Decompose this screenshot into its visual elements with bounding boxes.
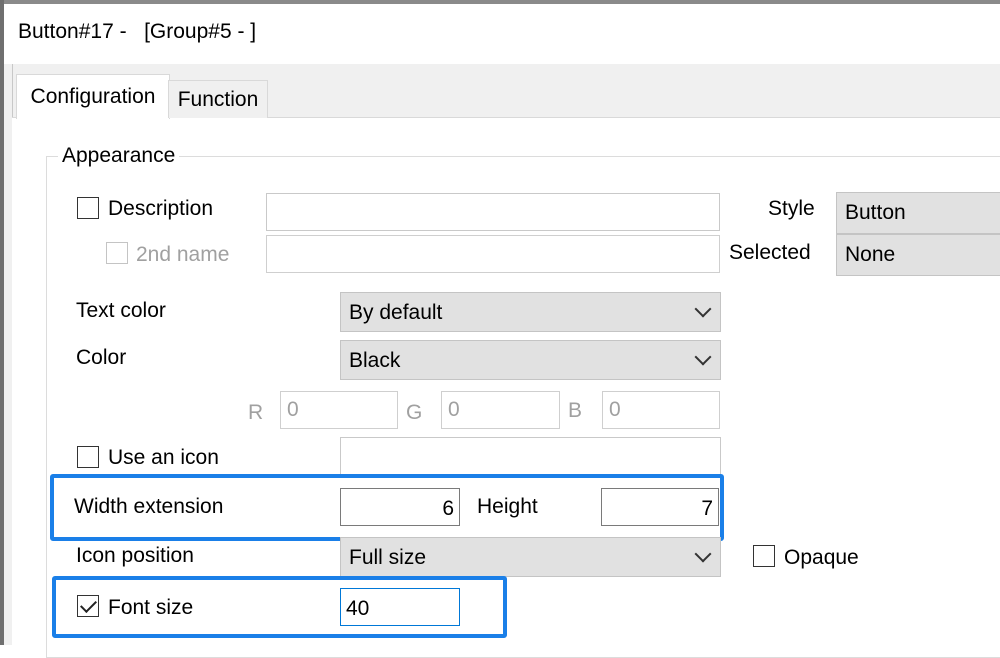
use-icon-checkbox[interactable]	[77, 446, 99, 468]
font-size-input[interactable]: 40	[340, 588, 460, 626]
b-input[interactable]: 0	[602, 391, 720, 429]
color-label: Color	[76, 346, 127, 369]
r-label: R	[248, 401, 264, 424]
width-extension-label: Width extension	[74, 495, 224, 518]
height-input[interactable]: 7	[601, 488, 719, 526]
icon-position-value: Full size	[349, 546, 427, 569]
icon-position-label: Icon position	[76, 544, 194, 567]
r-input[interactable]: 0	[280, 391, 398, 429]
color-dropdown[interactable]: Black	[340, 340, 721, 380]
description-input[interactable]	[266, 193, 720, 231]
text-color-dropdown[interactable]: By default	[340, 292, 721, 332]
g-label: G	[406, 401, 423, 424]
style-label: Style	[768, 197, 815, 220]
opaque-checkbox[interactable]	[753, 545, 775, 567]
second-name-label: 2nd name	[136, 243, 230, 266]
width-extension-input[interactable]: 6	[340, 488, 460, 526]
text-color-value: By default	[349, 301, 443, 324]
style-value: Button	[845, 201, 906, 224]
color-value: Black	[349, 349, 401, 372]
font-size-checkbox[interactable]	[77, 595, 99, 617]
tab-configuration[interactable]: Configuration	[16, 74, 170, 119]
opaque-label: Opaque	[784, 546, 859, 569]
text-color-label: Text color	[76, 299, 166, 322]
second-name-checkbox[interactable]	[106, 242, 128, 264]
selected-label: Selected	[729, 241, 811, 264]
font-size-label: Font size	[108, 596, 194, 619]
appearance-group-label: Appearance	[58, 144, 180, 168]
selected-dropdown[interactable]: None	[836, 234, 1000, 276]
chevron-down-icon	[694, 348, 712, 366]
window-title: Button#17 - [Group#5 - ]	[18, 20, 257, 43]
chevron-down-icon	[694, 545, 712, 563]
g-input[interactable]: 0	[441, 391, 560, 429]
icon-file-input[interactable]	[340, 437, 721, 475]
tab-function[interactable]: Function	[168, 80, 268, 118]
height-label: Height	[477, 495, 538, 518]
icon-position-dropdown[interactable]: Full size	[340, 537, 721, 577]
selected-value: None	[845, 243, 896, 266]
style-dropdown[interactable]: Button	[836, 192, 1000, 234]
description-checkbox[interactable]	[77, 197, 99, 219]
description-label: Description	[108, 197, 214, 220]
chevron-down-icon	[694, 300, 712, 318]
use-icon-label: Use an icon	[108, 446, 219, 469]
b-label: B	[568, 399, 583, 422]
second-name-input[interactable]	[266, 235, 720, 273]
